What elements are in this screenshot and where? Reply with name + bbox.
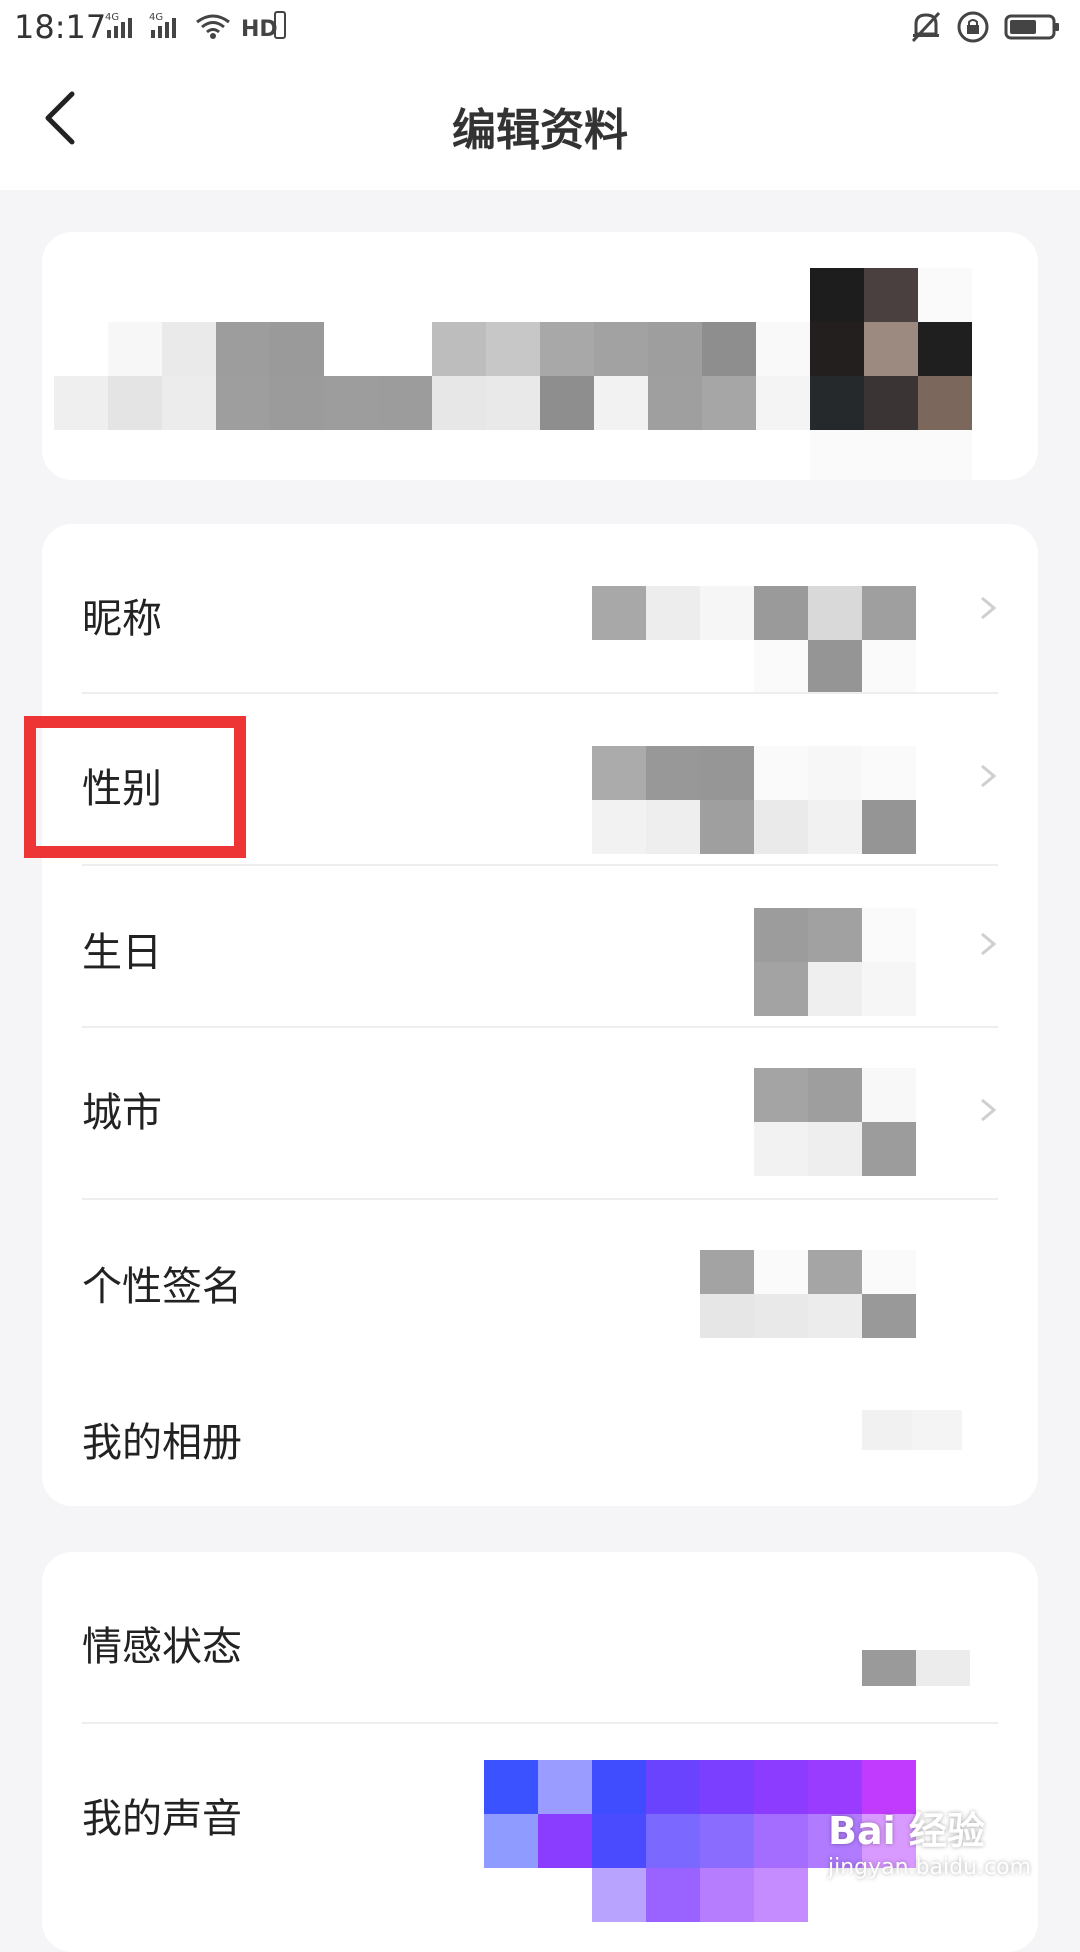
extra-card: 情感状态 我的声音	[42, 1552, 1038, 1952]
city-row[interactable]: 城市	[42, 1028, 1038, 1200]
redacted-relationship	[862, 1650, 970, 1686]
rotation-lock-icon	[956, 10, 990, 48]
signature-row[interactable]: 个性签名	[42, 1200, 1038, 1356]
header: 编辑资料	[0, 60, 1080, 190]
redacted-signature	[700, 1250, 916, 1338]
album-row[interactable]: 我的相册	[42, 1356, 1038, 1506]
city-label: 城市	[82, 1090, 162, 1136]
redacted-birthday	[754, 908, 916, 1016]
page-title: 编辑资料	[452, 105, 628, 156]
redacted-nickname	[592, 586, 916, 694]
birthday-row[interactable]: 生日	[42, 866, 1038, 1028]
redacted-avatar	[54, 268, 972, 480]
chevron-right-icon	[981, 764, 997, 788]
chevron-right-icon	[981, 596, 997, 620]
redacted-album	[862, 1410, 962, 1450]
svg-text:4G: 4G	[105, 12, 119, 23]
album-label: 我的相册	[82, 1420, 242, 1466]
wifi-icon	[193, 10, 233, 44]
status-time: 18:17	[14, 8, 107, 46]
chevron-right-icon	[981, 1098, 997, 1122]
svg-text:4G: 4G	[149, 12, 163, 23]
birthday-label: 生日	[82, 930, 162, 976]
relationship-label: 情感状态	[82, 1624, 242, 1670]
status-bar: 18:17 4G 4G HD	[0, 0, 1080, 60]
redacted-gender	[592, 746, 916, 854]
highlight-box	[24, 716, 246, 858]
nickname-label: 昵称	[82, 596, 162, 642]
profile-card: 昵称 性别 生日 城市 个性签名 我的相册	[42, 524, 1038, 1506]
battery-icon	[1004, 12, 1062, 46]
avatar-card: 头像	[42, 232, 1038, 480]
svg-text:HD: HD	[241, 17, 278, 40]
nickname-row[interactable]: 昵称	[42, 524, 1038, 694]
watermark-sub: jingyan.baidu.com	[828, 1855, 1032, 1880]
relationship-row[interactable]: 情感状态	[42, 1552, 1038, 1724]
redacted-city	[754, 1068, 916, 1176]
bell-muted-icon	[910, 10, 942, 48]
status-right-icons	[910, 10, 1062, 48]
voice-label: 我的声音	[82, 1796, 242, 1842]
hd-icon: HD	[241, 10, 287, 44]
cellular-signal-icon: 4G	[149, 10, 185, 44]
cellular-signal-icon: 4G	[105, 10, 141, 44]
watermark-main: Bai 经验	[828, 1809, 985, 1853]
chevron-right-icon	[981, 932, 997, 956]
signature-label: 个性签名	[82, 1264, 242, 1310]
baidu-watermark: Bai 经验 jingyan.baidu.com	[828, 1800, 1031, 1880]
avatar-row[interactable]: 头像	[42, 232, 1038, 480]
status-left-icons: 4G 4G HD	[105, 10, 287, 44]
